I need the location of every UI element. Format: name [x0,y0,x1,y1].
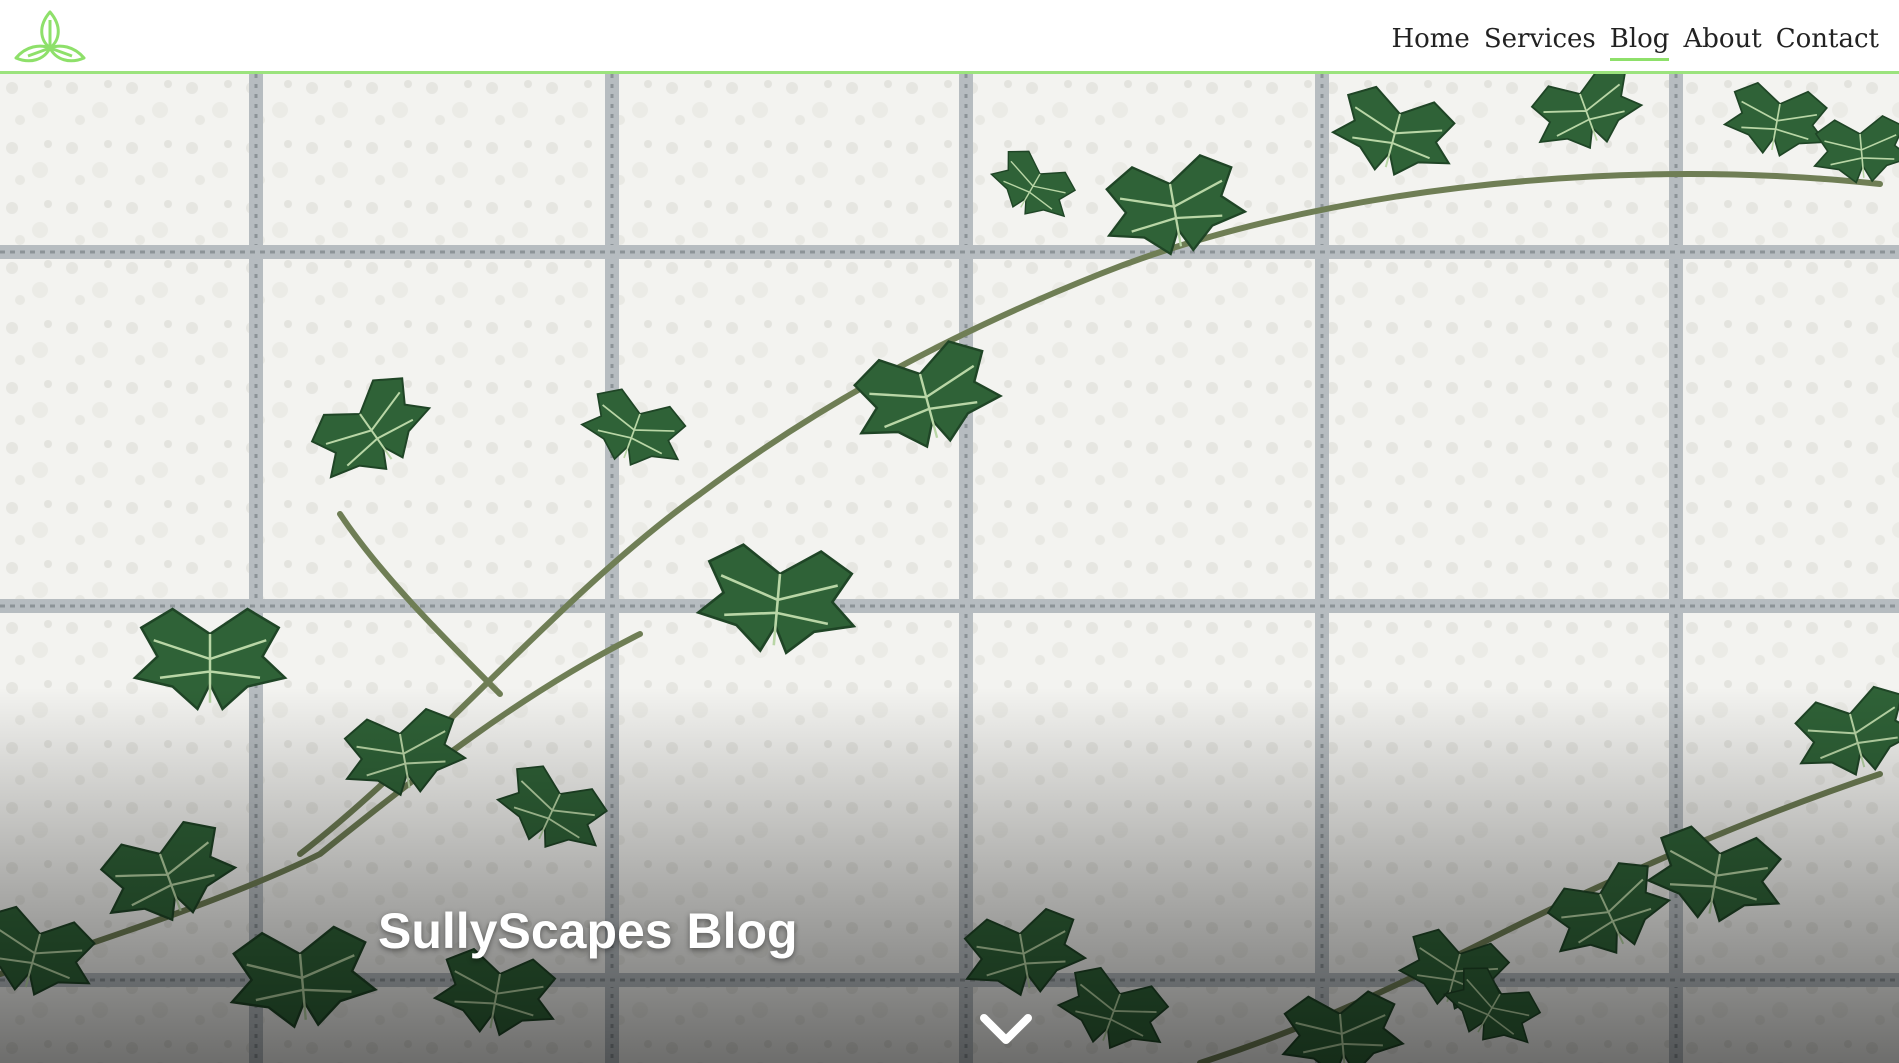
nav-contact[interactable]: Contact [1776,22,1879,61]
logo-link[interactable] [14,8,86,66]
trefoil-leaf-icon [14,10,86,63]
scroll-down-button[interactable] [978,1010,1034,1050]
hero-background-image [0,74,1899,1063]
main-nav: Home Services Blog About Contact [1391,22,1879,61]
hero-banner: SullyScapes Blog [0,74,1899,1063]
hero-title: SullyScapes Blog [378,903,798,959]
nav-about[interactable]: About [1683,22,1761,61]
chevron-down-icon [980,1014,1032,1044]
top-navbar: Home Services Blog About Contact [0,0,1899,74]
nav-home[interactable]: Home [1391,22,1469,61]
nav-blog[interactable]: Blog [1609,22,1670,61]
nav-services[interactable]: Services [1484,22,1596,61]
